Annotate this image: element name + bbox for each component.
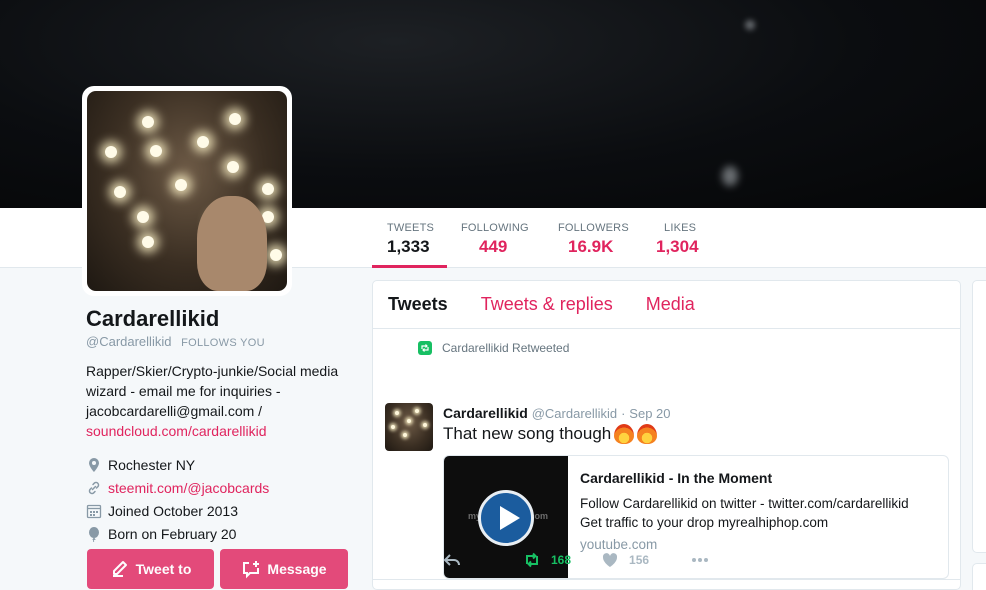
message-label: Message — [267, 561, 327, 577]
timeline-tabs: Tweets Tweets & replies Media — [373, 281, 960, 329]
tweet-date[interactable]: Sep 20 — [629, 406, 670, 421]
more-button[interactable] — [691, 551, 709, 569]
stat-likes[interactable]: LIKES 1,304 — [656, 208, 716, 268]
bio-text: Rapper/Skier/Crypto-junkie/Social media … — [86, 363, 339, 419]
stat-tweets[interactable]: TWEETS 1,333 — [372, 208, 447, 268]
retweet-context: Cardarellikid Retweeted — [418, 341, 569, 355]
location-pin-icon — [89, 457, 99, 472]
location-text: Rochester NY — [108, 456, 196, 473]
stat-value: 1,304 — [656, 237, 699, 256]
like-button[interactable]: 156 — [601, 551, 649, 569]
stat-value: 16.9K — [568, 237, 614, 256]
reply-icon — [443, 554, 460, 566]
timeline: Tweets Tweets & replies Media Cardarelli… — [372, 280, 961, 590]
joined-text: Joined October 2013 — [108, 502, 238, 519]
born-text: Born on February 20 — [108, 525, 237, 542]
avatar-image — [87, 91, 287, 291]
retweet-context-text[interactable]: Cardarellikid Retweeted — [442, 341, 569, 355]
tab-media[interactable]: Media — [646, 294, 695, 315]
profile-card: Cardarellikid @Cardarellikid FOLLOWS YOU… — [86, 306, 356, 545]
card-desc-line2: Get traffic to your drop myrealhiphop.co… — [580, 515, 829, 530]
stat-following[interactable]: FOLLOWING 449 — [461, 208, 541, 268]
stat-label: TWEETS — [387, 222, 435, 234]
tweet-avatar[interactable] — [385, 403, 433, 451]
profile-actions: Tweet to Message — [87, 549, 348, 589]
link-icon — [88, 481, 100, 494]
card-desc-line1: Follow Cardarellikid on twitter - twitte… — [580, 496, 909, 511]
right-sidebar-module — [972, 280, 986, 553]
website-row: steemit.com/@jacobcards — [86, 476, 356, 499]
follows-you-badge: FOLLOWS YOU — [181, 337, 265, 349]
tweet-header: Cardarellikid @Cardarellikid · Sep 20 — [443, 405, 671, 421]
retweet-button[interactable]: 168 — [523, 551, 571, 569]
tweet-to-button[interactable]: Tweet to — [87, 549, 214, 589]
tweet-actions: 168 156 — [443, 551, 709, 569]
tab-tweets-replies[interactable]: Tweets & replies — [481, 294, 613, 315]
like-count: 156 — [629, 553, 650, 567]
retweet-count: 168 — [551, 553, 572, 567]
next-tweet[interactable] — [373, 579, 960, 590]
card-title: Cardarellikid - In the Moment — [580, 470, 773, 486]
profile-handle-row: @Cardarellikid FOLLOWS YOU — [86, 334, 356, 349]
retweet-icon — [526, 552, 538, 568]
stat-label: LIKES — [664, 222, 697, 234]
stat-label: FOLLOWING — [461, 222, 529, 234]
website-link[interactable]: steemit.com/@jacobcards — [108, 480, 269, 496]
card-description: Follow Cardarellikid on twitter - twitte… — [580, 494, 909, 532]
right-sidebar-module — [972, 563, 986, 590]
profile-meta: Rochester NY steemit.com/@jacobcards Joi… — [86, 453, 356, 545]
message-button[interactable]: Message — [220, 549, 348, 589]
joined-row: Joined October 2013 — [86, 499, 356, 522]
tweet-text-content: That new song though — [443, 424, 612, 443]
heart-icon — [602, 553, 618, 567]
retweet-context-icon — [418, 341, 432, 355]
tweet-handle[interactable]: @Cardarellikid — [532, 406, 617, 421]
card-site: youtube.com — [580, 537, 658, 552]
born-row: Born on February 20 — [86, 522, 356, 545]
fire-emoji-icon — [637, 424, 658, 444]
play-icon[interactable] — [478, 490, 534, 546]
location-row: Rochester NY — [86, 453, 356, 476]
message-icon — [243, 561, 260, 579]
tab-tweets[interactable]: Tweets — [388, 294, 448, 315]
stat-value: 449 — [479, 237, 508, 256]
fire-emoji-icon — [614, 424, 635, 444]
stat-label: FOLLOWERS — [558, 222, 629, 234]
tweet[interactable]: Cardarellikid Retweeted Cardarellikid @C… — [373, 329, 960, 579]
compose-icon — [112, 561, 127, 577]
stat-value: 1,333 — [387, 237, 430, 256]
calendar-icon — [86, 504, 102, 518]
tweet-author[interactable]: Cardarellikid — [443, 405, 528, 421]
stat-followers[interactable]: FOLLOWERS 16.9K — [558, 208, 638, 268]
tweet-separator: · — [621, 406, 626, 421]
balloon-icon — [89, 526, 99, 542]
tweet-text: That new song though — [443, 424, 658, 444]
tweet-to-label: Tweet to — [135, 561, 192, 577]
profile-handle[interactable]: @Cardarellikid — [86, 334, 171, 349]
profile-name[interactable]: Cardarellikid — [86, 306, 356, 332]
bio-link[interactable]: soundcloud.com/cardarellikid — [86, 423, 267, 439]
profile-bio: Rapper/Skier/Crypto-junkie/Social media … — [86, 361, 356, 441]
reply-button[interactable] — [443, 551, 461, 569]
more-dots-icon — [692, 558, 709, 562]
profile-avatar[interactable] — [82, 86, 292, 296]
